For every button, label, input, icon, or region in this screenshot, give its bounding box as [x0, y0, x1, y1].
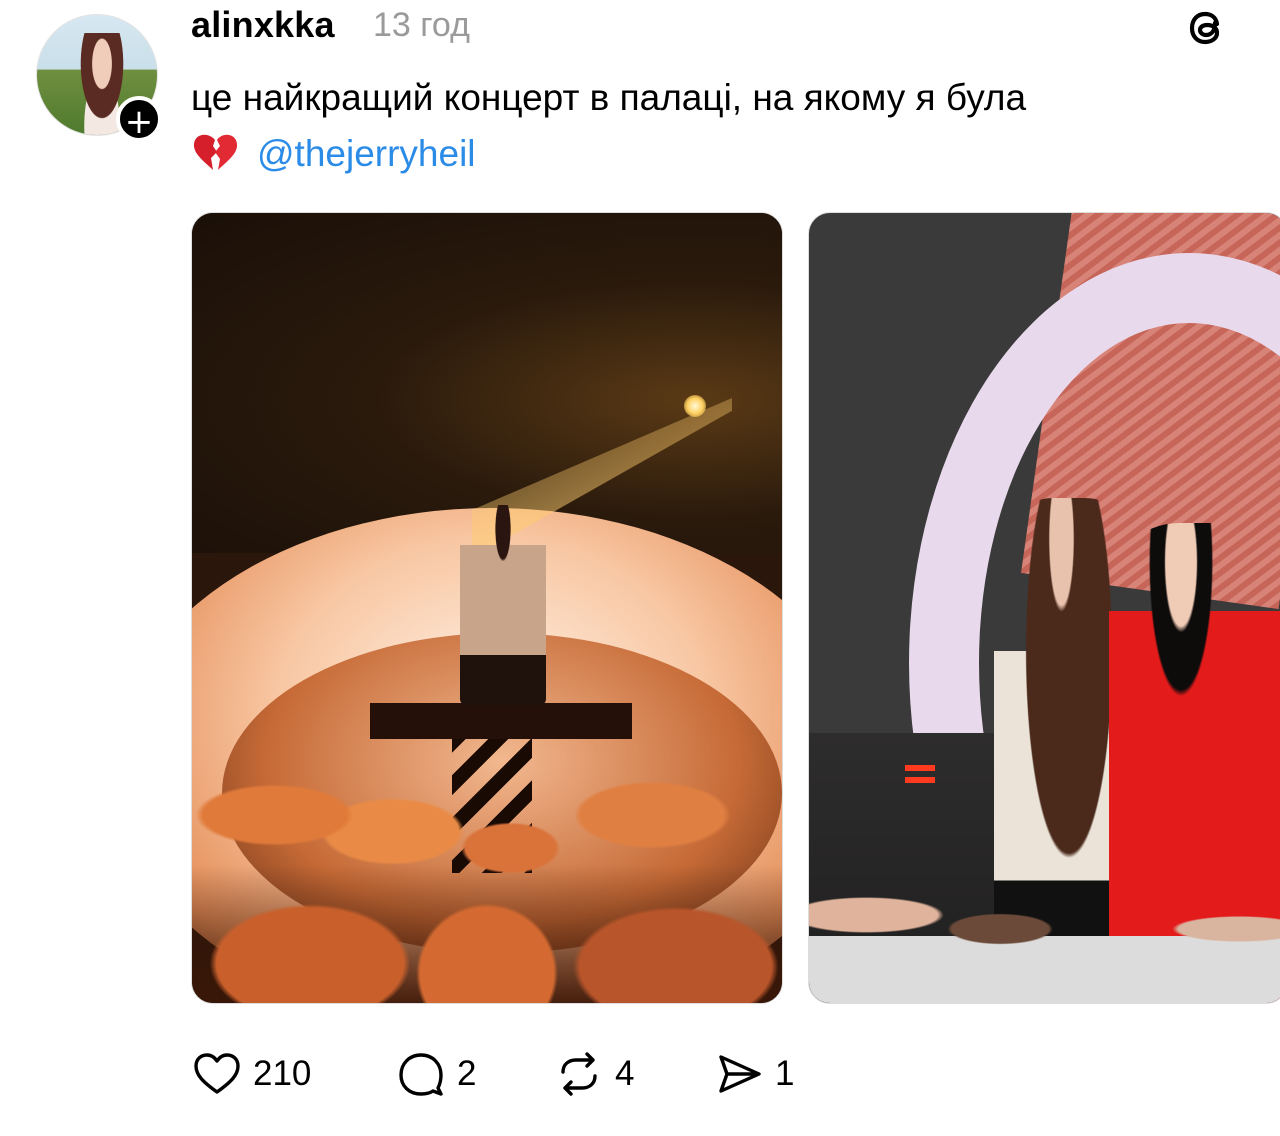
avatar-wrapper[interactable]: + [36, 14, 162, 142]
singer-figure [460, 505, 546, 705]
like-button[interactable]: 210 [191, 1046, 311, 1102]
share-count: 1 [775, 1054, 795, 1093]
share-button[interactable]: 1 [713, 1046, 794, 1102]
spotlight [684, 395, 706, 417]
post-image-1[interactable] [191, 212, 783, 1004]
like-count: 210 [253, 1054, 312, 1093]
backing-dancers [809, 873, 1280, 1003]
post-image-2[interactable] [808, 212, 1280, 1004]
comment-button[interactable]: 2 [395, 1046, 476, 1102]
repost-count: 4 [615, 1054, 635, 1093]
comment-icon [399, 1053, 443, 1096]
post-timestamp: 13 год [373, 6, 470, 44]
threads-icon[interactable] [1180, 2, 1232, 54]
post-second-line: @thejerryheil [191, 126, 1251, 182]
post-body: це найкращий концерт в палаці, на якому … [191, 77, 1027, 118]
share-icon [719, 1055, 761, 1093]
repost-button[interactable]: 4 [553, 1046, 634, 1102]
exit-sign [905, 765, 935, 783]
username[interactable]: alinxkka [191, 4, 335, 46]
comment-count: 2 [457, 1054, 477, 1093]
post-text: це найкращий концерт в палаці, на якому … [191, 70, 1251, 182]
follow-button[interactable]: + [116, 96, 162, 142]
image-backdrop [192, 213, 782, 553]
heart-icon [194, 1053, 240, 1094]
broken-heart-icon [193, 134, 238, 170]
dancers [192, 683, 782, 1003]
repost-icon [561, 1052, 597, 1096]
mention-link[interactable]: @thejerryheil [257, 133, 476, 174]
